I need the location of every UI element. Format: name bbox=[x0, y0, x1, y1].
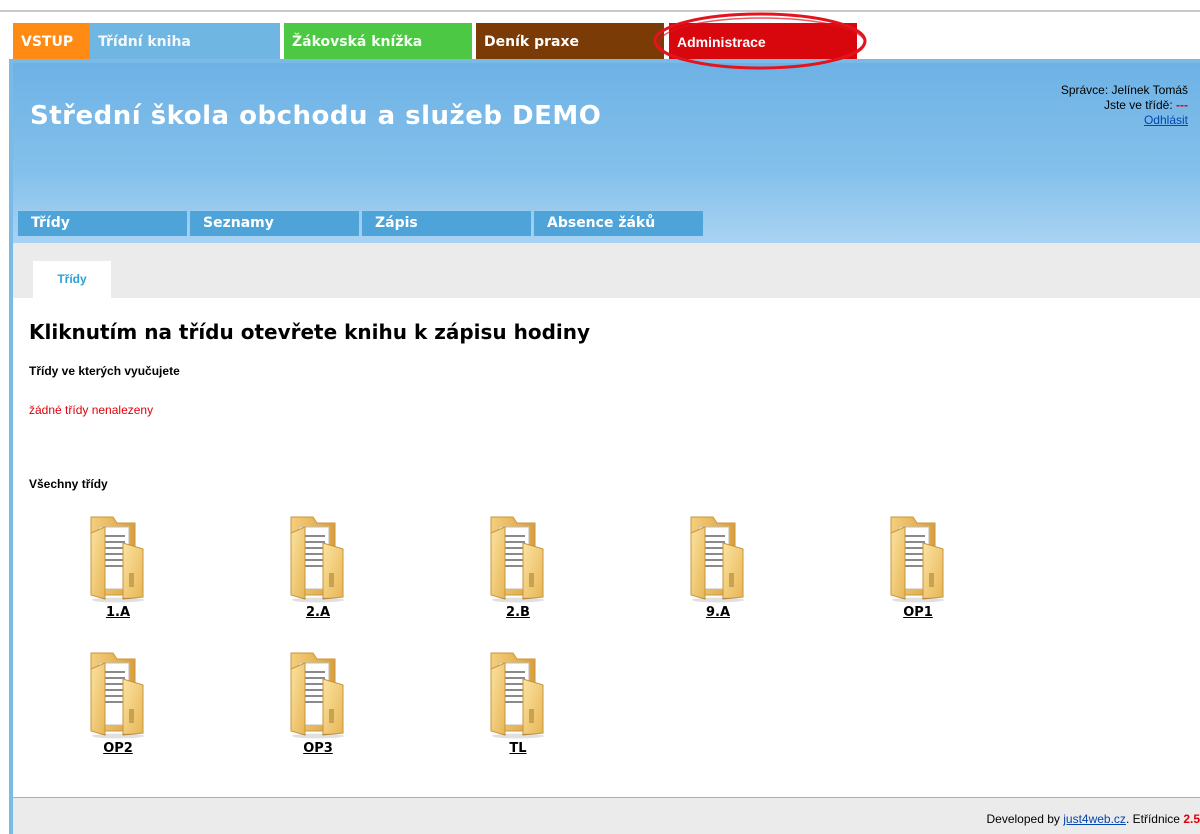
folder-icon bbox=[90, 516, 144, 603]
subnav-seznamy[interactable]: Seznamy bbox=[189, 210, 359, 236]
folder-icon bbox=[490, 652, 544, 739]
current-class-label: Jste ve třídě: bbox=[1103, 98, 1173, 112]
folder-icon bbox=[890, 516, 944, 603]
header-banner: Střední škola obchodu a služeb DEMO Sprá… bbox=[13, 63, 1200, 243]
inner-tab-tridy[interactable]: Třídy bbox=[33, 261, 111, 298]
subnav-zapis[interactable]: Zápis bbox=[361, 210, 531, 236]
page-title: Kliknutím na třídu otevřete knihu k zápi… bbox=[29, 320, 591, 344]
inner-tab-strip: Třídy bbox=[13, 243, 1200, 298]
class-folder-label[interactable]: TL bbox=[478, 741, 558, 756]
footer-product: . Etřídnice bbox=[1125, 812, 1180, 826]
folder-icon bbox=[290, 652, 344, 739]
class-folder-label[interactable]: 1.A bbox=[78, 605, 158, 620]
class-folder-item[interactable]: 2.B bbox=[478, 513, 558, 643]
admin-label: Správce: Jelínek Tomáš bbox=[1060, 83, 1188, 97]
tab-tridni-kniha[interactable]: Třídní kniha bbox=[90, 23, 280, 59]
top-divider-line bbox=[0, 10, 1200, 12]
class-folder-label[interactable]: OP3 bbox=[278, 741, 358, 756]
class-folder-item[interactable]: 2.A bbox=[278, 513, 358, 643]
no-classes-message: žádné třídy nenalezeny bbox=[29, 403, 154, 417]
class-folder-item[interactable]: OP2 bbox=[78, 649, 158, 779]
footer-developed-by: Developed by bbox=[986, 812, 1060, 826]
teaching-classes-heading: Třídy ve kterých vyučujete bbox=[29, 364, 180, 378]
main-content: Kliknutím na třídu otevřete knihu k zápi… bbox=[13, 298, 1200, 796]
folder-icon bbox=[490, 516, 544, 603]
folder-icon bbox=[690, 516, 744, 603]
tab-denik-praxe[interactable]: Deník praxe bbox=[476, 23, 664, 59]
folder-icon bbox=[290, 516, 344, 603]
tab-administrace[interactable]: Administrace bbox=[669, 23, 857, 59]
class-folder-item[interactable]: 1.A bbox=[78, 513, 158, 643]
current-class: Jste ve třídě: --- bbox=[1061, 98, 1188, 113]
logout-link[interactable]: Odhlásit bbox=[1144, 113, 1188, 127]
school-title: Střední škola obchodu a služeb DEMO bbox=[30, 101, 602, 131]
class-folder-label[interactable]: OP2 bbox=[78, 741, 158, 756]
class-folder-item[interactable]: 9.A bbox=[678, 513, 758, 643]
current-class-value: --- bbox=[1176, 98, 1188, 112]
subnav-tridy[interactable]: Třídy bbox=[17, 210, 187, 236]
class-folder-label[interactable]: OP1 bbox=[878, 605, 958, 620]
class-folder-item[interactable]: TL bbox=[478, 649, 558, 779]
user-info: Správce: Jelínek Tomáš Jste ve třídě: --… bbox=[1061, 83, 1188, 128]
folder-icon bbox=[90, 652, 144, 739]
tab-zakovska-knizka[interactable]: Žákovská knížka bbox=[284, 23, 472, 59]
tab-vstup[interactable]: VSTUP bbox=[13, 23, 90, 59]
footer: Developed by just4web.cz. Etřídnice 2.5 bbox=[13, 798, 1200, 834]
class-folder-label[interactable]: 9.A bbox=[678, 605, 758, 620]
footer-credits: Developed by just4web.cz. Etřídnice 2.5 bbox=[987, 812, 1200, 826]
footer-version: 2.5 bbox=[1183, 812, 1200, 826]
class-folder-item[interactable]: OP1 bbox=[878, 513, 958, 643]
class-folder-label[interactable]: 2.B bbox=[478, 605, 558, 620]
class-folder-item[interactable]: OP3 bbox=[278, 649, 358, 779]
all-classes-heading: Všechny třídy bbox=[29, 477, 108, 491]
class-folder-label[interactable]: 2.A bbox=[278, 605, 358, 620]
sub-navigation: Třídy Seznamy Zápis Absence žáků bbox=[17, 210, 705, 236]
footer-link[interactable]: just4web.cz bbox=[1063, 812, 1126, 826]
subnav-absence-zaku[interactable]: Absence žáků bbox=[533, 210, 703, 236]
